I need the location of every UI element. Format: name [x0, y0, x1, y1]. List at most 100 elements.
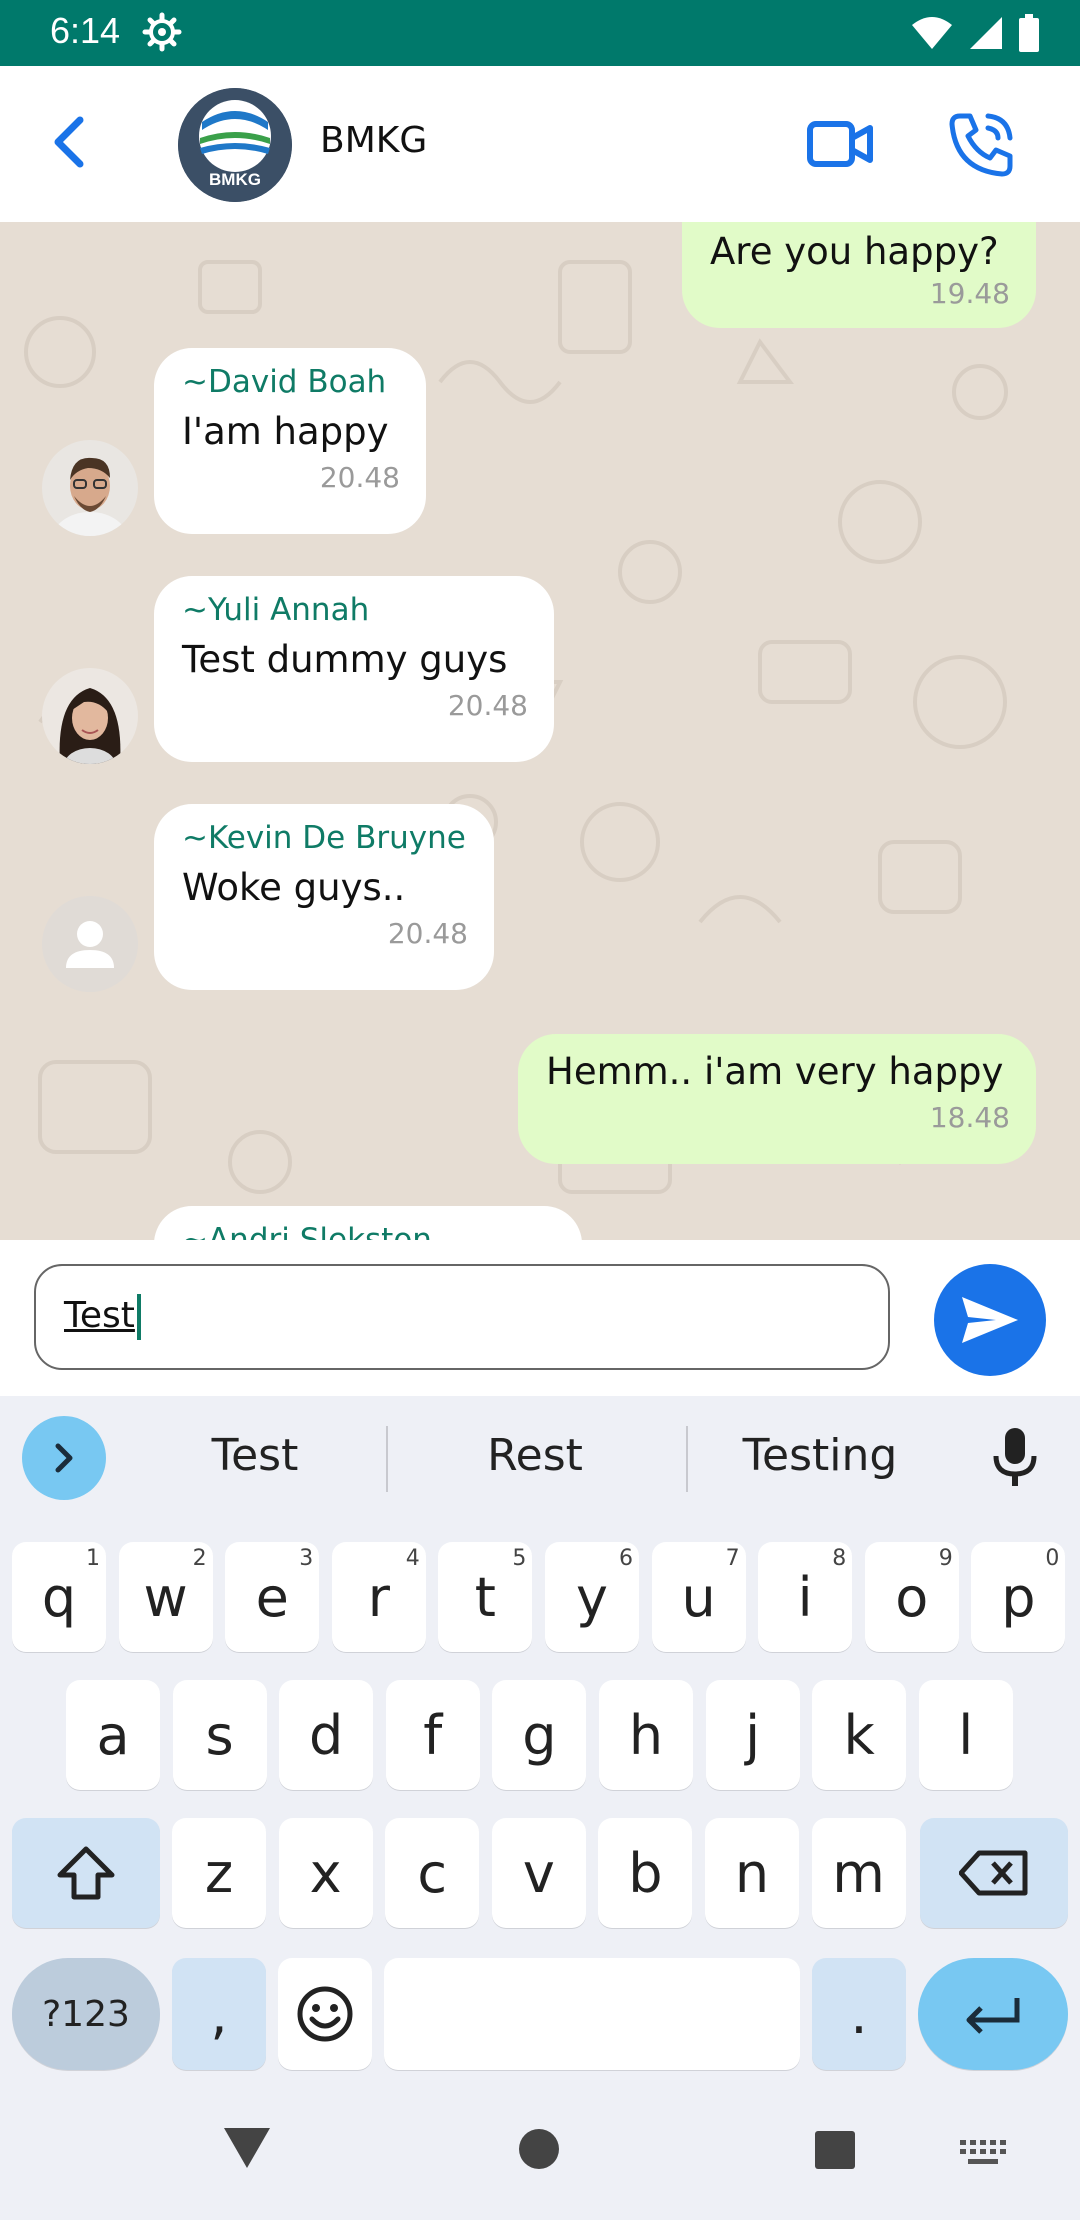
key-a[interactable]: a — [66, 1680, 160, 1790]
suggestion-2[interactable]: Rest — [430, 1430, 640, 1481]
emoji-icon — [297, 1986, 353, 2042]
key-hint: 4 — [405, 1546, 420, 1571]
key-w[interactable]: w2 — [118, 1542, 213, 1652]
key-p[interactable]: p0 — [971, 1542, 1066, 1652]
message-text: Woke guys.. — [182, 866, 406, 909]
group-avatar[interactable]: BMKG — [178, 88, 292, 202]
suggestion-3[interactable]: Testing — [710, 1430, 930, 1481]
message-sender[interactable]: ~Andri Slekston — [182, 1222, 556, 1240]
message-bubble-incoming[interactable]: ~Kevin De Bruyne Woke guys.. 20.48 — [154, 804, 494, 990]
composer-bar: Test — [0, 1240, 1080, 1396]
gear-icon — [142, 12, 182, 52]
wifi-icon — [912, 17, 952, 49]
key-f[interactable]: f — [385, 1680, 480, 1790]
avatar-kevin-de-bruyne[interactable] — [42, 896, 138, 992]
status-time: 6:14 — [50, 10, 121, 51]
nav-home-icon[interactable] — [518, 2128, 560, 2170]
message-bubble-incoming[interactable]: ~Andri Slekston — [154, 1206, 582, 1240]
key-e[interactable]: e3 — [225, 1542, 320, 1652]
message-bubble-incoming[interactable]: ~David Boah I'am happy 20.48 — [154, 348, 426, 534]
message-time: 20.48 — [319, 461, 400, 494]
nav-recents-icon[interactable] — [814, 2130, 856, 2170]
message-input-text[interactable]: Test — [64, 1294, 141, 1340]
chevron-right-icon — [55, 1443, 73, 1473]
avatar-yuli-annah[interactable] — [42, 668, 138, 764]
key-k[interactable]: k — [812, 1680, 907, 1790]
voice-input-button[interactable] — [990, 1426, 1040, 1490]
space-key[interactable] — [384, 1958, 800, 2070]
message-bubble-incoming[interactable]: ~Yuli Annah Test dummy guys 20.48 — [154, 576, 554, 762]
backspace-key[interactable] — [920, 1818, 1068, 1928]
key-b[interactable]: b — [598, 1818, 693, 1928]
back-arrow-icon — [54, 116, 84, 168]
key-y[interactable]: y6 — [545, 1542, 639, 1652]
key-label: u — [681, 1565, 716, 1629]
key-hint: 3 — [299, 1546, 314, 1571]
avatar-david-boah[interactable] — [42, 440, 138, 536]
send-button[interactable] — [934, 1264, 1046, 1376]
key-d[interactable]: d — [279, 1680, 374, 1790]
key-c[interactable]: c — [385, 1818, 480, 1928]
key-label: a — [96, 1703, 130, 1767]
message-bubble-outgoing[interactable]: Hemm.. i'am very happy 18.48 — [518, 1034, 1036, 1164]
chat-area[interactable]: Are you happy? 19.48 ~David Boah I'am ha… — [0, 222, 1080, 1240]
key-s[interactable]: s — [172, 1680, 267, 1790]
key-label: c — [417, 1841, 448, 1905]
key-label: v — [522, 1841, 555, 1905]
key-label: t — [474, 1565, 496, 1629]
symbols-key[interactable]: ?123 — [12, 1958, 160, 2070]
key-hint: 0 — [1045, 1546, 1060, 1571]
key-label: o — [895, 1565, 929, 1629]
comma-key[interactable]: , — [172, 1958, 266, 2070]
key-u[interactable]: u7 — [651, 1542, 746, 1652]
key-label: y — [576, 1565, 608, 1629]
key-v[interactable]: v — [491, 1818, 586, 1928]
key-h[interactable]: h — [599, 1680, 693, 1790]
keyboard-icon[interactable] — [960, 2140, 1006, 2166]
shift-key[interactable] — [12, 1818, 160, 1928]
key-label: x — [309, 1841, 342, 1905]
key-n[interactable]: n — [705, 1818, 799, 1928]
key-g[interactable]: g — [492, 1680, 587, 1790]
key-hint: 5 — [512, 1546, 527, 1571]
key-q[interactable]: q1 — [12, 1542, 106, 1652]
soft-keyboard: Test Rest Testing ?123 , . q1w2e3r4t5y6u… — [0, 1396, 1080, 2096]
message-bubble-outgoing[interactable]: Are you happy? 19.48 — [682, 222, 1036, 328]
key-x[interactable]: x — [278, 1818, 373, 1928]
text-cursor — [136, 1294, 141, 1340]
key-hint: 7 — [725, 1546, 740, 1571]
key-z[interactable]: z — [172, 1818, 266, 1928]
message-input[interactable]: Test — [34, 1264, 890, 1370]
period-key[interactable]: . — [812, 1958, 906, 2070]
key-label: p — [1001, 1565, 1036, 1629]
key-t[interactable]: t5 — [438, 1542, 533, 1652]
message-sender[interactable]: ~David Boah — [182, 364, 400, 400]
shift-icon — [57, 1846, 115, 1900]
send-icon — [962, 1297, 1018, 1343]
message-sender[interactable]: ~Kevin De Bruyne — [182, 820, 468, 856]
voice-call-button[interactable] — [946, 110, 1016, 180]
enter-key[interactable] — [918, 1958, 1068, 2070]
message-time: 19.48 — [929, 277, 1010, 310]
message-text: Test dummy guys — [182, 638, 508, 681]
key-l[interactable]: l — [918, 1680, 1013, 1790]
message-sender[interactable]: ~Yuli Annah — [182, 592, 528, 628]
nav-back-icon[interactable] — [222, 2126, 272, 2170]
person-photo-icon — [42, 440, 138, 536]
video-call-button[interactable] — [806, 116, 876, 172]
key-j[interactable]: j — [705, 1680, 800, 1790]
key-i[interactable]: i8 — [758, 1542, 853, 1652]
key-hint: 6 — [619, 1546, 633, 1571]
suggestion-1[interactable]: Test — [150, 1430, 360, 1481]
keyboard-menu-button[interactable] — [22, 1416, 106, 1500]
microphone-icon — [993, 1428, 1037, 1486]
chat-title[interactable]: BMKG — [320, 120, 427, 161]
back-button[interactable] — [40, 112, 100, 172]
key-m[interactable]: m — [811, 1818, 906, 1928]
suggestion-strip: Test Rest Testing — [0, 1396, 1080, 1520]
key-label: n — [734, 1841, 770, 1905]
emoji-key[interactable] — [278, 1958, 372, 2070]
key-o[interactable]: o9 — [864, 1542, 959, 1652]
key-hint: 1 — [86, 1546, 100, 1571]
key-r[interactable]: r4 — [331, 1542, 426, 1652]
